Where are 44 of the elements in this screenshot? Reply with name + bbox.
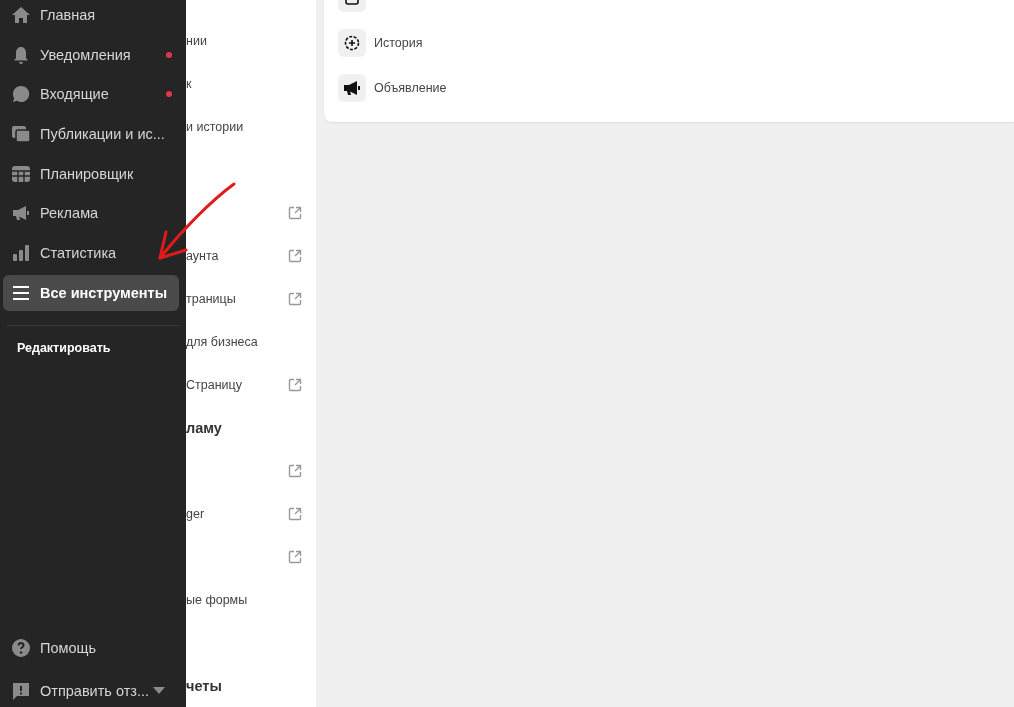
create-option[interactable]: История (374, 36, 423, 50)
icon-tile[interactable] (338, 29, 366, 57)
feedback-icon (11, 681, 31, 702)
nav-item[interactable]: Все инструменты (3, 274, 179, 311)
icon-tile[interactable] (338, 74, 366, 102)
tool-link[interactable]: для бизнеса (186, 334, 258, 349)
nav-item[interactable]: Помощь (3, 629, 179, 666)
tool-link[interactable]: ые формы (186, 592, 248, 607)
tool-link[interactable]: Страницу (186, 377, 242, 392)
tool-link[interactable]: и истории (186, 119, 244, 134)
nav-item[interactable]: Планировщик (3, 155, 179, 192)
create-option[interactable]: Объявление (374, 81, 447, 95)
external-link-icon (288, 291, 302, 306)
nav-item[interactable]: Отправить отз... (3, 673, 179, 707)
external-link-icon (288, 205, 302, 220)
external-link-icon (288, 549, 302, 564)
chat-bubble-icon (11, 84, 31, 105)
help-icon (11, 637, 31, 658)
bell-icon (11, 44, 31, 65)
nav-item[interactable]: Реклама (3, 195, 179, 232)
nav-item[interactable]: Главная (3, 0, 179, 33)
calendar-icon (11, 163, 31, 184)
bar-chart-icon (11, 243, 31, 264)
tool-link[interactable]: нии (186, 33, 207, 48)
tool-link[interactable]: траницы (186, 291, 236, 306)
nav-item[interactable]: Публикации и ис... (3, 116, 179, 153)
tool-link[interactable]: ger (186, 506, 205, 521)
edit-link[interactable]: Редактировать (17, 340, 111, 355)
caret-icon (153, 687, 165, 696)
external-link-icon (288, 248, 302, 263)
tool-link[interactable]: аунта (186, 248, 219, 263)
home-icon (11, 5, 31, 25)
megaphone-icon (342, 78, 362, 98)
stacked-pages-icon (11, 124, 31, 145)
external-link-icon (288, 506, 302, 521)
nav-item[interactable]: Входящие (3, 76, 179, 113)
nav-item[interactable]: Статистика (3, 235, 179, 272)
external-link-icon (288, 463, 302, 478)
nav-item[interactable]: Уведомления (3, 36, 179, 73)
section-heading: четы (186, 677, 222, 694)
external-link-icon (288, 377, 302, 392)
story-add-icon (344, 35, 360, 51)
section-heading: ламу (186, 419, 222, 436)
tool-link[interactable]: к (186, 76, 192, 91)
